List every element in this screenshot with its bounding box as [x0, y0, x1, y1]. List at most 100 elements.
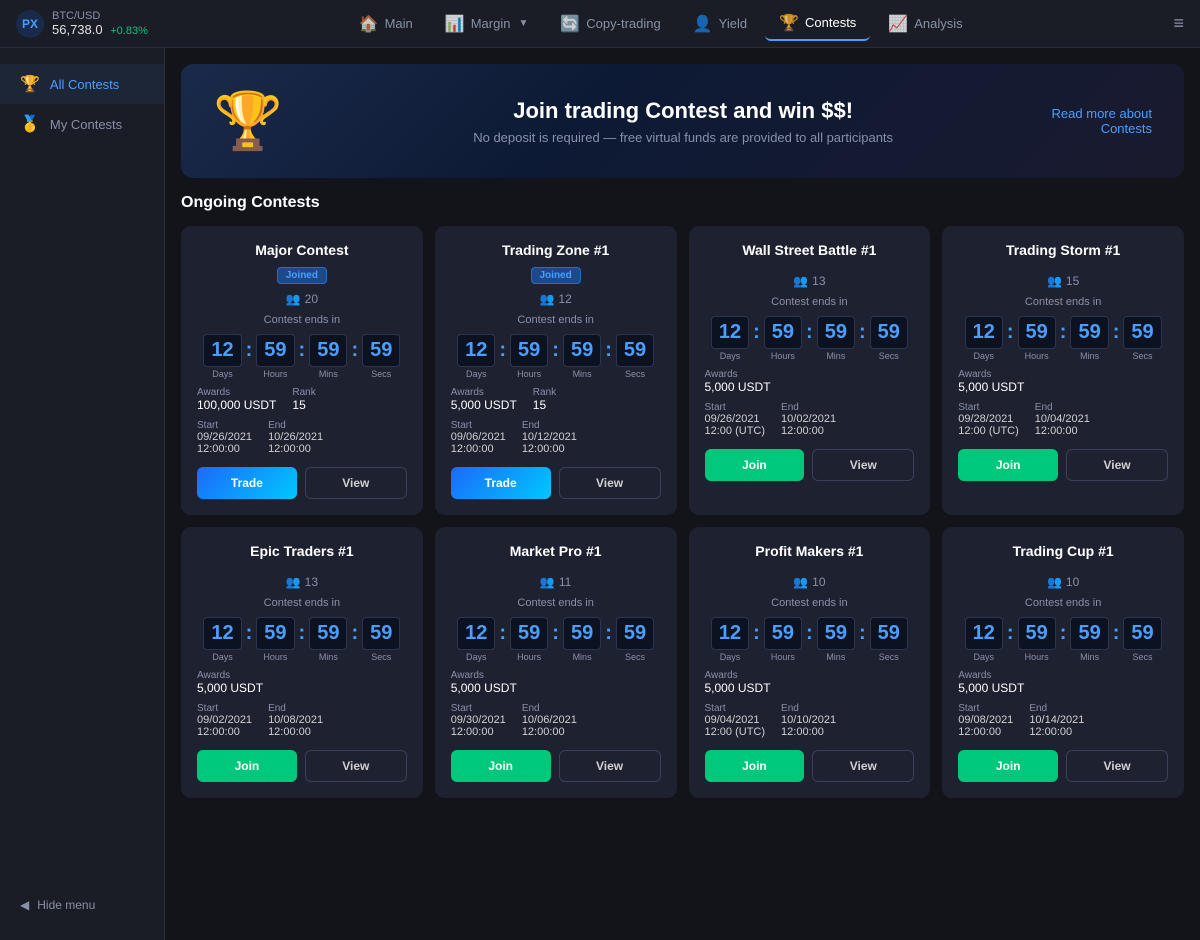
- price-change: +0.83%: [110, 25, 148, 37]
- participants-icon-tc: 👥: [1047, 575, 1062, 589]
- secs-val-pm: 59: [870, 617, 908, 650]
- join-button-tc[interactable]: Join: [958, 750, 1058, 782]
- info-row-et: Awards5,000 USDT: [197, 670, 407, 695]
- contest-card-trading-zone: Trading Zone #1 Joined 👥 12 Contest ends…: [435, 226, 677, 515]
- buttons-et: Join View: [197, 750, 407, 782]
- hide-menu-button[interactable]: ◀ Hide menu: [0, 886, 164, 924]
- sidebar-item-my-contests[interactable]: 🥇 My Contests: [0, 104, 164, 144]
- mins-val-ws: 59: [817, 316, 855, 349]
- chevron-left-icon: ◀: [20, 898, 29, 912]
- participants-icon-et: 👥: [286, 575, 301, 589]
- countdown-pm: 12Days : 59Hours : 59Mins : 59Secs: [705, 617, 915, 662]
- dates-ts: Start09/28/202112:00 (UTC) End10/04/2021…: [958, 402, 1168, 437]
- join-button-ts[interactable]: Join: [958, 449, 1058, 481]
- logo-price: BTC/USD 56,738.0 +0.83%: [52, 10, 148, 37]
- nav-margin[interactable]: 📊 Margin ▼: [431, 8, 543, 40]
- view-button-tc[interactable]: View: [1066, 750, 1168, 782]
- participants-market-pro: 👥 11: [451, 575, 661, 589]
- countdown-tc: 12Days : 59Hours : 59Mins : 59Secs: [958, 617, 1168, 662]
- buttons-major: Trade View: [197, 467, 407, 499]
- price-value: 56,738.0: [52, 22, 103, 37]
- contest-title-trading-cup: Trading Cup #1: [958, 543, 1168, 559]
- join-button-ws[interactable]: Join: [705, 449, 805, 481]
- participants-icon-pm: 👥: [793, 575, 808, 589]
- join-button-pm[interactable]: Join: [705, 750, 805, 782]
- view-button-major[interactable]: View: [305, 467, 407, 499]
- hours-val-mp: 59: [510, 617, 548, 650]
- info-row-tz: Awards5,000 USDT Rank15: [451, 387, 661, 412]
- countdown-trading-zone: 12Days : 59Hours : 59Mins : 59Secs: [451, 334, 661, 379]
- days-val-ws: 12: [711, 316, 749, 349]
- contests-banner: 🏆 Join trading Contest and win $$! No de…: [181, 64, 1184, 178]
- ends-label-trading-zone: Contest ends in: [451, 314, 661, 326]
- info-row-mp: Awards5,000 USDT: [451, 670, 661, 695]
- participants-count-mp: 11: [559, 575, 571, 589]
- participants-profit-makers: 👥 10: [705, 575, 915, 589]
- banner-text-area: Join trading Contest and win $$! No depo…: [315, 98, 1052, 145]
- hours-label-major: Hours: [263, 369, 287, 379]
- mins-val-mp: 59: [563, 617, 601, 650]
- view-button-et[interactable]: View: [305, 750, 407, 782]
- nav-menu: 🏠 Main 📊 Margin ▼ 🔄 Copy-trading 👤 Yield…: [148, 7, 1174, 41]
- mins-val-ts: 59: [1070, 316, 1108, 349]
- secs-val-ws: 59: [870, 316, 908, 349]
- countdown-ts: 12Days : 59Hours : 59Mins : 59Secs: [958, 316, 1168, 361]
- sidebar: 🏆 All Contests 🥇 My Contests ◀ Hide menu: [0, 48, 165, 940]
- join-button-et[interactable]: Join: [197, 750, 297, 782]
- contest-card-wall-street: Wall Street Battle #1 👥 13 Contest ends …: [689, 226, 931, 515]
- hide-menu-label: Hide menu: [37, 898, 95, 912]
- contest-title-major: Major Contest: [197, 242, 407, 258]
- contest-title-epic-traders: Epic Traders #1: [197, 543, 407, 559]
- view-button-pm[interactable]: View: [812, 750, 914, 782]
- price-display: 56,738.0 +0.83%: [52, 22, 148, 37]
- nav-contests[interactable]: 🏆 Contests: [765, 7, 870, 41]
- view-button-ws[interactable]: View: [812, 449, 914, 481]
- days-val-tc: 12: [965, 617, 1003, 650]
- nav-analysis[interactable]: 📈 Analysis: [874, 8, 976, 40]
- trade-button-major[interactable]: Trade: [197, 467, 297, 499]
- yield-icon: 👤: [693, 14, 713, 34]
- banner-link-area[interactable]: Read more about Contests: [1052, 106, 1152, 136]
- participants-trading-storm: 👥 15: [958, 274, 1168, 288]
- view-button-mp[interactable]: View: [559, 750, 661, 782]
- logo-icon: PX: [16, 10, 44, 38]
- view-button-tz[interactable]: View: [559, 467, 661, 499]
- trophy-illustration: 🏆: [213, 88, 283, 154]
- hours-val-et: 59: [256, 617, 294, 650]
- hours-val-tz: 59: [510, 334, 548, 367]
- my-contests-icon: 🥇: [20, 114, 40, 134]
- contests-grid-row2: Epic Traders #1 👥 13 Contest ends in 12D…: [181, 527, 1184, 798]
- contest-card-epic-traders: Epic Traders #1 👥 13 Contest ends in 12D…: [181, 527, 423, 798]
- nav-copy-trading-label: Copy-trading: [586, 16, 660, 31]
- participants-epic-traders: 👥 13: [197, 575, 407, 589]
- margin-icon: 📊: [445, 14, 465, 34]
- buttons-tc: Join View: [958, 750, 1168, 782]
- home-icon: 🏠: [359, 14, 379, 34]
- end-time-major: 12:00:00: [268, 443, 323, 455]
- buttons-ts: Join View: [958, 449, 1168, 481]
- top-navigation: PX BTC/USD 56,738.0 +0.83% 🏠 Main 📊 Marg…: [0, 0, 1200, 48]
- margin-dropdown-icon: ▼: [518, 18, 528, 29]
- mins-val-tz: 59: [563, 334, 601, 367]
- participants-count-et: 13: [305, 575, 318, 589]
- read-more-link[interactable]: Read more about Contests: [1052, 106, 1152, 136]
- trade-button-tz[interactable]: Trade: [451, 467, 551, 499]
- days-val-mp: 12: [457, 617, 495, 650]
- contest-card-major: Major Contest Joined 👥 20 Contest ends i…: [181, 226, 423, 515]
- hamburger-menu-button[interactable]: ≡: [1173, 13, 1184, 34]
- join-button-mp[interactable]: Join: [451, 750, 551, 782]
- copy-trading-icon: 🔄: [560, 14, 580, 34]
- participants-count-ts: 15: [1066, 274, 1079, 288]
- contest-title-trading-zone: Trading Zone #1: [451, 242, 661, 258]
- participants-icon-mp: 👥: [540, 575, 555, 589]
- nav-yield[interactable]: 👤 Yield: [679, 8, 761, 40]
- mins-unit-major: 59 Mins: [309, 334, 347, 379]
- secs-val-et: 59: [362, 617, 400, 650]
- participants-icon-ws: 👥: [793, 274, 808, 288]
- nav-analysis-label: Analysis: [914, 16, 962, 31]
- nav-copy-trading[interactable]: 🔄 Copy-trading: [546, 8, 674, 40]
- nav-main[interactable]: 🏠 Main: [345, 8, 427, 40]
- sidebar-item-all-contests[interactable]: 🏆 All Contests: [0, 64, 164, 104]
- view-button-ts[interactable]: View: [1066, 449, 1168, 481]
- nav-margin-label: Margin: [471, 16, 511, 31]
